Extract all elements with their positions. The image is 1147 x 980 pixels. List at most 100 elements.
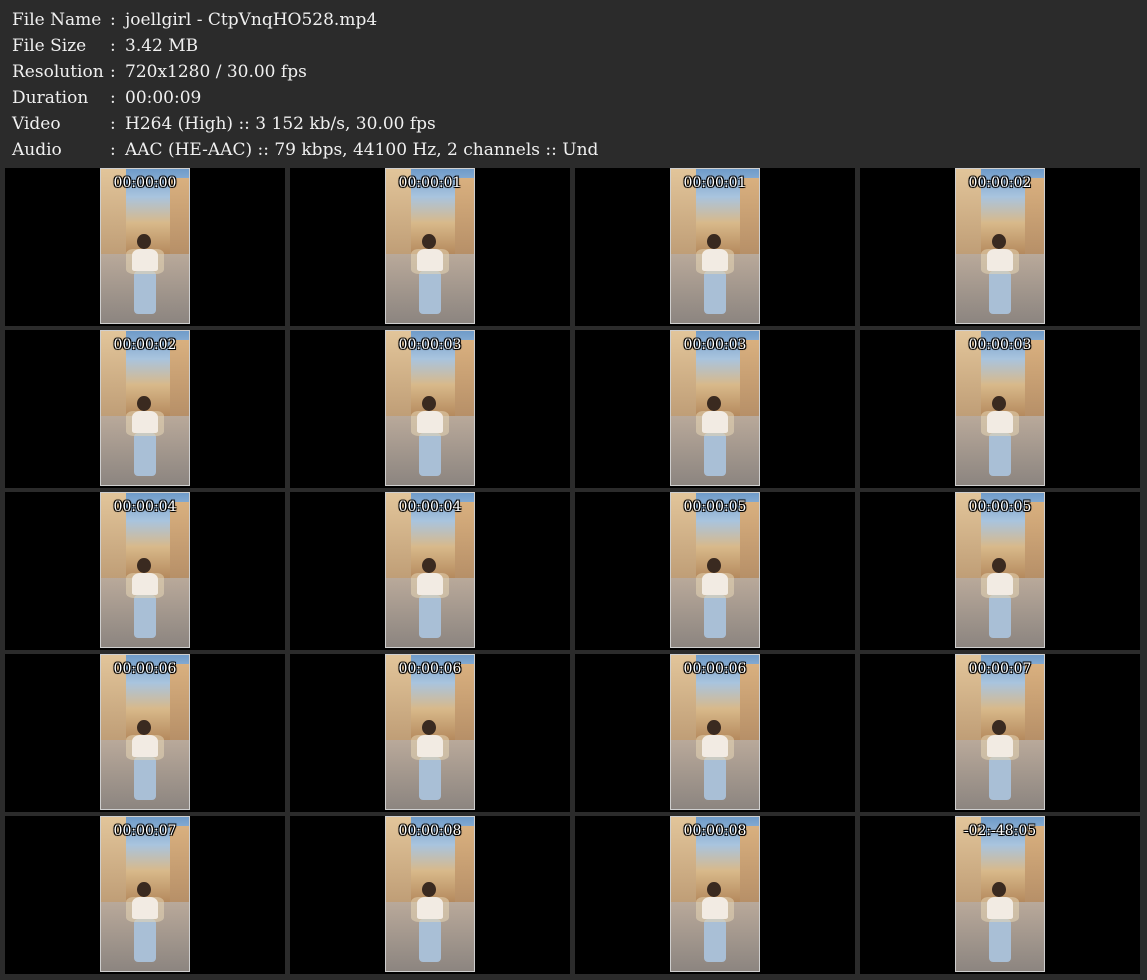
frame-shape-figure-legs [703, 594, 727, 638]
frame-shape-figure-body [131, 411, 159, 433]
frame-shape-figure-head [992, 881, 1007, 898]
frame-timestamp: 00:00:03 [968, 337, 1032, 353]
frame-shape-figure-legs [133, 270, 157, 314]
file-info-header: File Name : joellgirl - CtpVnqHO528.mp4 … [0, 0, 1147, 166]
frame-shape-figure-head [137, 557, 152, 574]
info-separator: : [110, 36, 116, 56]
frame-shape-figure-head [992, 719, 1007, 736]
frame-shape-figure-body [131, 897, 159, 919]
frame-timestamp: 00:00:07 [113, 823, 177, 839]
video-frame-thumbnail: 00:00:05 [955, 492, 1045, 648]
frame-shape-figure-head [137, 881, 152, 898]
frame-shape-figure-head [422, 395, 437, 412]
thumbnail-cell: 00:00:00 [5, 168, 285, 326]
frame-shape-figure-head [992, 233, 1007, 250]
video-frame-thumbnail: 00:00:02 [955, 168, 1045, 324]
video-frame-thumbnail: 00:00:06 [100, 654, 190, 810]
video-frame-thumbnail: 00:00:02 [100, 330, 190, 486]
frame-shape-figure-body [131, 249, 159, 271]
info-value: 3.42 MB [125, 36, 199, 56]
thumbnail-cell: 00:00:06 [575, 654, 855, 812]
frame-shape-figure-legs [988, 918, 1012, 962]
frame-shape-figure-body [986, 897, 1014, 919]
frame-timestamp: 00:00:08 [683, 823, 747, 839]
video-frame-thumbnail: 00:00:07 [100, 816, 190, 972]
thumbnail-cell: 00:00:03 [290, 330, 570, 488]
video-frame-thumbnail: 00:00:05 [670, 492, 760, 648]
frame-timestamp: 00:00:05 [683, 499, 747, 515]
frame-shape-figure-legs [988, 432, 1012, 476]
video-frame-thumbnail: -02:-48:05 [955, 816, 1045, 972]
thumbnail-cell: 00:00:08 [575, 816, 855, 974]
thumbnail-cell: 00:00:06 [5, 654, 285, 812]
video-frame-thumbnail: 00:00:08 [670, 816, 760, 972]
frame-shape-figure-legs [418, 432, 442, 476]
frame-shape-figure-head [707, 557, 722, 574]
video-frame-thumbnail: 00:00:04 [385, 492, 475, 648]
thumbnail-cell: -02:-48:05 [860, 816, 1140, 974]
video-frame-thumbnail: 00:00:00 [100, 168, 190, 324]
info-separator: : [110, 62, 116, 82]
thumbnail-cell: 00:00:06 [290, 654, 570, 812]
thumbnail-cell: 00:00:01 [290, 168, 570, 326]
info-value: joellgirl - CtpVnqHO528.mp4 [125, 10, 378, 30]
frame-shape-figure-body [701, 573, 729, 595]
frame-shape-figure-body [416, 735, 444, 757]
frame-timestamp: -02:-48:05 [963, 823, 1037, 839]
info-separator: : [110, 140, 116, 160]
video-frame-thumbnail: 00:00:08 [385, 816, 475, 972]
info-label: Duration [12, 88, 89, 108]
frame-timestamp: 00:00:08 [398, 823, 462, 839]
frame-timestamp: 00:00:01 [683, 175, 747, 191]
frame-shape-figure-body [416, 573, 444, 595]
frame-shape-figure-head [137, 233, 152, 250]
frame-timestamp: 00:00:04 [398, 499, 462, 515]
frame-shape-figure-legs [418, 918, 442, 962]
frame-timestamp: 00:00:06 [683, 661, 747, 677]
video-frame-thumbnail: 00:00:04 [100, 492, 190, 648]
frame-shape-figure-body [986, 573, 1014, 595]
video-frame-thumbnail: 00:00:06 [385, 654, 475, 810]
frame-shape-figure-legs [418, 594, 442, 638]
info-separator: : [110, 88, 116, 108]
thumbnail-cell: 00:00:05 [575, 492, 855, 650]
frame-timestamp: 00:00:05 [968, 499, 1032, 515]
frame-shape-figure-head [707, 233, 722, 250]
info-value: 00:00:09 [125, 88, 202, 108]
info-label: Audio [12, 140, 62, 160]
frame-timestamp: 00:00:04 [113, 499, 177, 515]
thumbnail-cell: 00:00:04 [5, 492, 285, 650]
frame-timestamp: 00:00:03 [683, 337, 747, 353]
frame-shape-figure-legs [133, 918, 157, 962]
info-value: 720x1280 / 30.00 fps [125, 62, 307, 82]
thumbnail-cell: 00:00:03 [860, 330, 1140, 488]
frame-shape-figure-head [422, 719, 437, 736]
frame-shape-figure-legs [988, 594, 1012, 638]
frame-shape-figure-legs [418, 756, 442, 800]
frame-timestamp: 00:00:00 [113, 175, 177, 191]
frame-shape-figure-legs [703, 918, 727, 962]
thumbnail-cell: 00:00:02 [860, 168, 1140, 326]
frame-shape-figure-legs [988, 756, 1012, 800]
frame-shape-figure-head [707, 719, 722, 736]
frame-timestamp: 00:00:06 [398, 661, 462, 677]
frame-shape-figure-body [986, 735, 1014, 757]
frame-shape-figure-legs [133, 594, 157, 638]
thumbnail-cell: 00:00:07 [860, 654, 1140, 812]
frame-shape-figure-body [416, 249, 444, 271]
info-separator: : [110, 10, 116, 30]
frame-timestamp: 00:00:02 [113, 337, 177, 353]
video-frame-thumbnail: 00:00:03 [955, 330, 1045, 486]
frame-shape-figure-legs [988, 270, 1012, 314]
frame-shape-figure-body [416, 897, 444, 919]
frame-shape-figure-body [701, 735, 729, 757]
frame-shape-figure-body [986, 411, 1014, 433]
frame-shape-figure-body [701, 249, 729, 271]
frame-shape-figure-body [701, 897, 729, 919]
info-label: File Size [12, 36, 87, 56]
thumbnail-cell: 00:00:05 [860, 492, 1140, 650]
info-label: Video [12, 114, 61, 134]
info-value: H264 (High) :: 3 152 kb/s, 30.00 fps [125, 114, 436, 134]
video-frame-thumbnail: 00:00:03 [385, 330, 475, 486]
frame-shape-figure-head [992, 395, 1007, 412]
